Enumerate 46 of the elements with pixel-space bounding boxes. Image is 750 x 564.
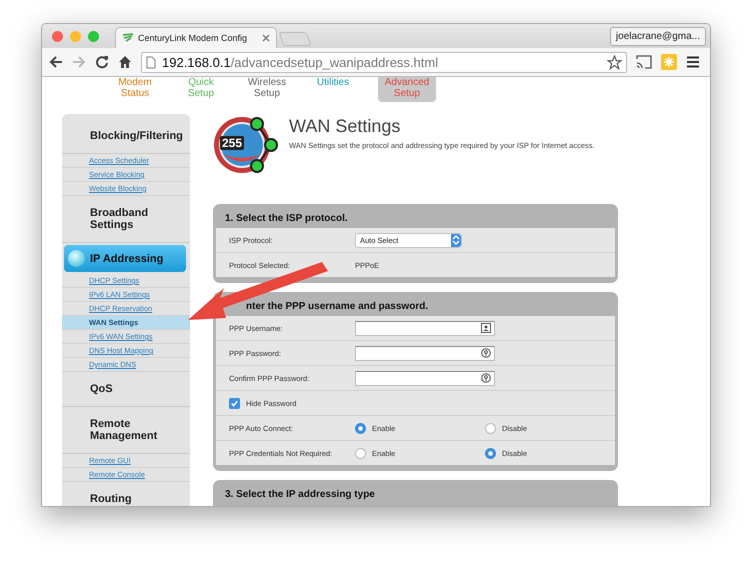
key-icon[interactable] — [481, 348, 491, 358]
tab-title: CenturyLink Modem Config — [138, 33, 248, 43]
page-icon — [146, 56, 156, 68]
reload-icon[interactable] — [95, 55, 109, 69]
text-field[interactable] — [355, 320, 495, 336]
section-title: nter the PPP username and password. — [245, 300, 430, 314]
sidebar-heading[interactable]: Blocking/Filtering — [62, 119, 190, 154]
sidebar-heading[interactable]: Remote Management — [62, 407, 190, 454]
star-icon[interactable] — [607, 54, 622, 70]
text-field[interactable] — [355, 346, 495, 360]
nav-tab[interactable]: Utilities — [308, 77, 358, 91]
nav-tab[interactable]: Wireless Setup — [242, 77, 292, 102]
contact-card-icon[interactable] — [481, 323, 491, 333]
number-badge: 255 — [220, 136, 244, 150]
browser-tab[interactable]: CenturyLink Modem Config — [115, 27, 277, 48]
sphere-icon — [68, 250, 85, 267]
sidebar-heading[interactable]: IP Addressing — [64, 245, 186, 272]
menu-icon[interactable] — [686, 56, 700, 68]
stepper-icon — [451, 234, 461, 246]
address-bar[interactable]: 192.168.0.1/advancedsetup_wanipaddress.html — [141, 52, 627, 72]
back-icon[interactable] — [49, 55, 63, 69]
page-title: WAN Settings — [289, 116, 402, 137]
section-title: 3. Select the IP addressing type — [224, 488, 376, 502]
home-icon[interactable] — [118, 55, 132, 69]
radio-button[interactable] — [355, 448, 366, 458]
radio-button[interactable] — [485, 422, 496, 434]
close-window-icon[interactable] — [52, 30, 63, 42]
section-title: 1. Select the ISP protocol. — [224, 212, 349, 226]
globe-icon — [213, 114, 279, 176]
url-text: 192.168.0.1/advancedsetup_wanipaddress.html — [162, 54, 438, 70]
sidebar-heading[interactable]: Broadband Settings — [62, 196, 190, 243]
cast-icon[interactable] — [636, 55, 652, 69]
radio-button[interactable] — [355, 422, 366, 434]
profile-button[interactable]: joelacrane@gma... — [610, 26, 706, 46]
radio-button[interactable] — [485, 448, 496, 458]
text-field[interactable] — [355, 370, 495, 386]
leaf-icon — [122, 33, 134, 43]
close-icon[interactable] — [262, 34, 270, 42]
nav-tab[interactable]: Advanced Setup — [378, 77, 436, 102]
sidebar-heading[interactable]: Routing — [62, 482, 190, 506]
key-icon[interactable] — [481, 373, 491, 383]
nav-tab[interactable]: Quick Setup — [176, 77, 226, 102]
sidebar-heading-label: IP Addressing — [90, 252, 164, 264]
sidebar-heading[interactable]: QoS — [62, 372, 190, 407]
nav-tab[interactable]: Modem Status — [110, 77, 160, 102]
checkbox[interactable] — [229, 398, 240, 408]
